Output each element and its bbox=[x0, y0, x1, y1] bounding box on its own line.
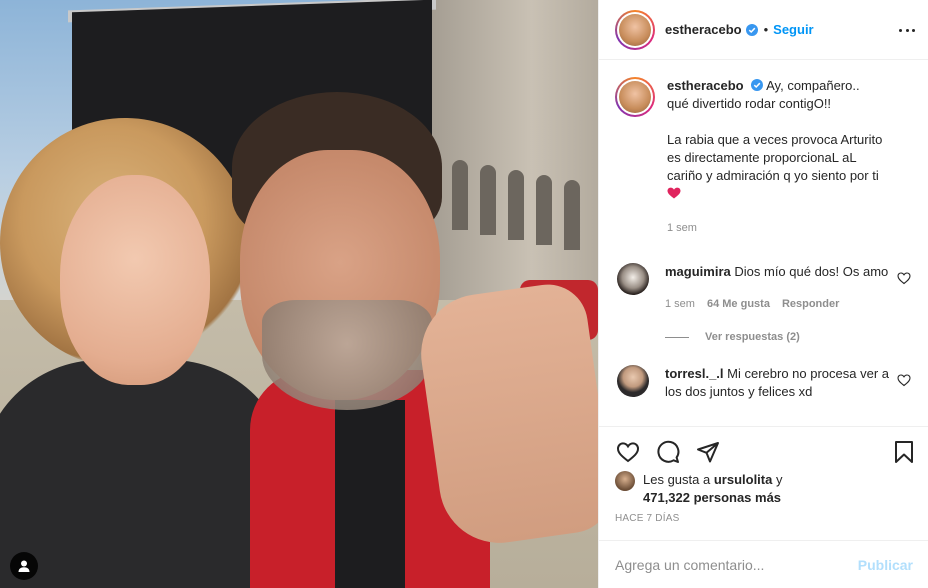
user-tag-icon bbox=[18, 560, 30, 572]
post-photo[interactable] bbox=[0, 0, 598, 588]
comment-item: torresl._.l Mi cerebro no procesa ver a … bbox=[615, 365, 913, 401]
more-options-icon[interactable] bbox=[899, 20, 915, 40]
comment-username[interactable]: maguimira bbox=[665, 264, 731, 279]
verified-icon bbox=[751, 79, 764, 91]
comments-list[interactable]: estheracebo Ay, compañero.. qué divertid… bbox=[599, 61, 928, 425]
caption-username[interactable]: estheracebo bbox=[667, 78, 744, 93]
share-icon bbox=[697, 442, 719, 463]
follow-button[interactable]: Seguir bbox=[773, 22, 813, 37]
replies-divider bbox=[665, 336, 689, 338]
comment-reply-button[interactable]: Responder bbox=[782, 295, 839, 313]
comment-like-count[interactable]: 64 Me gusta bbox=[707, 295, 770, 313]
caption-line: Ay, compañero.. bbox=[766, 78, 860, 93]
likes-summary: Les gusta a ursulolita y 471,322 persona… bbox=[615, 471, 913, 507]
photo-person-left-shirt bbox=[0, 360, 290, 588]
comment-avatar[interactable] bbox=[617, 365, 649, 397]
post-date[interactable]: HACE 7 DÍAS bbox=[615, 513, 913, 524]
caption-line: cariño y admiración q yo siento por ti bbox=[667, 168, 879, 183]
photo-person-right-shirt bbox=[335, 400, 405, 588]
post-header: estheracebo • Seguir bbox=[599, 0, 928, 60]
comment-time[interactable]: 1 sem bbox=[665, 295, 695, 313]
post-actions: Les gusta a ursulolita y 471,322 persona… bbox=[599, 426, 928, 524]
photo-person-right-beard bbox=[262, 300, 432, 410]
comment-avatar[interactable] bbox=[617, 263, 649, 295]
likes-and: y bbox=[775, 472, 783, 487]
liker-avatar[interactable] bbox=[615, 471, 635, 491]
view-replies-button[interactable]: Ver respuestas (2) bbox=[665, 331, 913, 343]
caption-author-avatar[interactable] bbox=[615, 77, 655, 117]
comment-text: Dios mío qué dos! Os amo bbox=[734, 264, 889, 279]
save-icon bbox=[895, 441, 913, 463]
user-tag-button[interactable] bbox=[10, 552, 38, 580]
comment-button[interactable] bbox=[655, 439, 681, 465]
red-heart-emoji-icon bbox=[667, 187, 681, 199]
caption-line: La rabia que a veces provoca Arturito bbox=[667, 132, 883, 147]
likes-count[interactable]: 471,322 personas más bbox=[643, 490, 781, 505]
comment-icon bbox=[657, 440, 680, 463]
heart-icon bbox=[616, 442, 640, 463]
likes-user[interactable]: ursulolita bbox=[714, 472, 773, 487]
comment-item: maguimira Dios mío qué dos! Os amo 1 sem… bbox=[615, 263, 913, 313]
comment-username[interactable]: torresl._.l bbox=[665, 366, 724, 381]
photo-person-left-face bbox=[60, 175, 210, 385]
header-dot: • bbox=[763, 22, 769, 37]
publish-button[interactable]: Publicar bbox=[858, 557, 913, 573]
add-comment-bar: Publicar bbox=[599, 540, 928, 588]
caption-time[interactable]: 1 sem bbox=[667, 219, 882, 237]
caption-line: qué divertido rodar contigO!! bbox=[667, 96, 832, 111]
comment-heart-icon[interactable] bbox=[897, 373, 911, 387]
like-button[interactable] bbox=[615, 439, 641, 465]
post-caption: estheracebo Ay, compañero.. qué divertid… bbox=[615, 77, 913, 237]
share-button[interactable] bbox=[695, 439, 721, 465]
author-username[interactable]: estheracebo bbox=[665, 22, 742, 37]
caption-line: es directamente proporcionaL aL bbox=[667, 150, 857, 165]
likes-prefix: Les gusta a bbox=[643, 472, 711, 487]
post-side-panel: estheracebo • Seguir estheracebo Ay, com… bbox=[598, 0, 928, 588]
view-replies-label: Ver respuestas (2) bbox=[705, 331, 800, 343]
save-button[interactable] bbox=[891, 439, 917, 465]
comment-heart-icon[interactable] bbox=[897, 271, 911, 285]
comment-input[interactable] bbox=[615, 556, 858, 573]
verified-icon bbox=[745, 23, 758, 36]
author-avatar[interactable] bbox=[615, 9, 655, 50]
photo-building bbox=[432, 0, 598, 300]
